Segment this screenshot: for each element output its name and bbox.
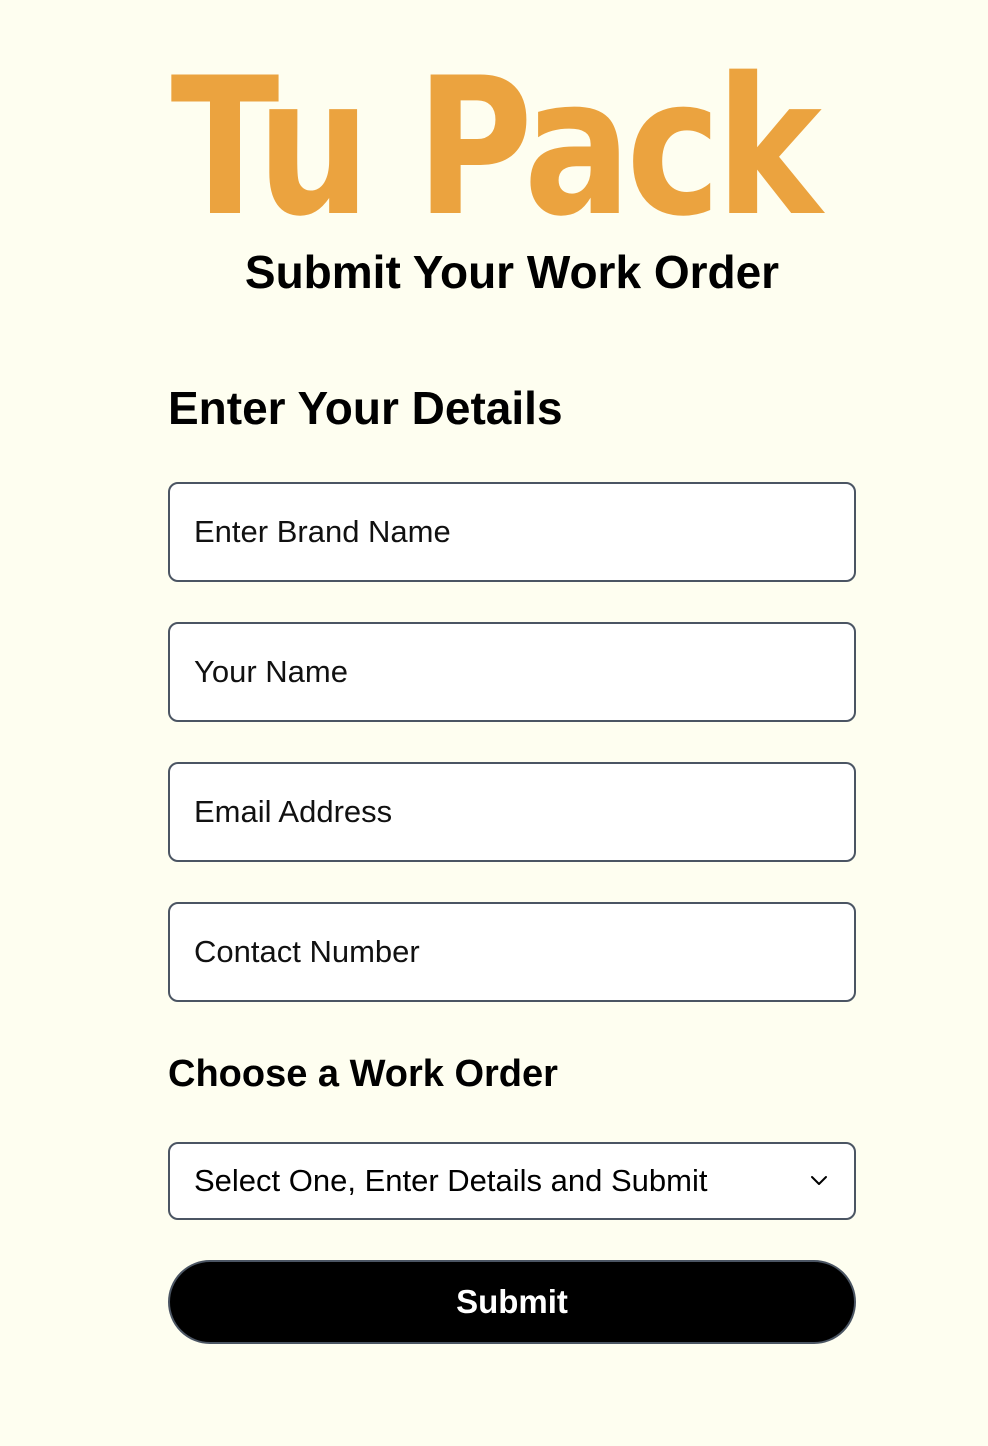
details-heading: Enter Your Details xyxy=(168,382,563,434)
contact-number-input[interactable] xyxy=(168,902,856,1002)
brand-logo-text: Tu Pack xyxy=(170,37,822,258)
submit-button[interactable]: Submit xyxy=(168,1260,856,1344)
brand-name-input[interactable] xyxy=(168,482,856,582)
brand-logo: Tu Pack xyxy=(0,37,988,258)
work-order-heading: Choose a Work Order xyxy=(168,1053,558,1095)
page-title: Submit Your Work Order xyxy=(244,246,780,298)
chevron-down-icon xyxy=(808,1170,830,1192)
work-order-select-value: Select One, Enter Details and Submit xyxy=(194,1163,708,1198)
email-address-input[interactable] xyxy=(168,762,856,862)
your-name-input[interactable] xyxy=(168,622,856,722)
work-order-select[interactable]: Select One, Enter Details and Submit xyxy=(168,1142,856,1220)
